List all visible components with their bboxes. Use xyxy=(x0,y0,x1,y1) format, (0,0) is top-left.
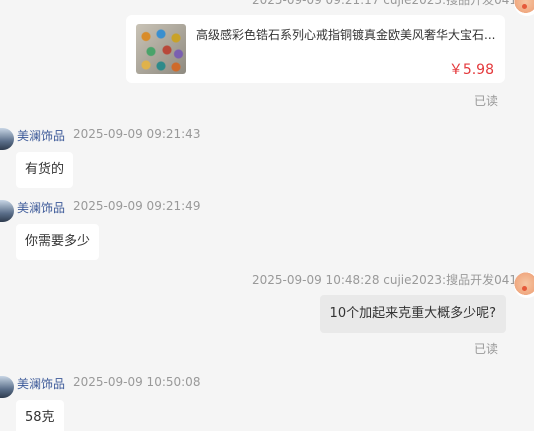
message-bubble[interactable]: 有货的 xyxy=(16,152,74,188)
user-avatar-icon[interactable] xyxy=(514,0,534,16)
message-bubble-own[interactable]: 10个加起来克重大概多少呢? xyxy=(319,295,506,333)
shop-avatar-icon[interactable] xyxy=(0,128,14,150)
shop-avatar-icon[interactable] xyxy=(0,200,14,222)
product-title[interactable]: 高级感彩色锆石系列心戒指铜镀真金欧美风奢华大宝石... xyxy=(196,26,498,43)
message-bubble[interactable]: 58克 xyxy=(16,400,64,431)
message-time: 2025-09-09 10:50:08 xyxy=(73,375,201,389)
sender-name[interactable]: 美澜饰品 xyxy=(17,375,65,392)
read-status: 已读 xyxy=(474,342,499,356)
product-card[interactable]: 高级感彩色锆石系列心戒指铜镀真金欧美风奢华大宝石... ￥5.98 xyxy=(126,15,505,83)
sender-name[interactable]: 美澜饰品 xyxy=(17,127,65,144)
chat-message-list[interactable]: 2025-09-09 09:21:17 cujie2023:搜品开发041 高级… xyxy=(0,0,534,431)
product-image[interactable] xyxy=(136,24,186,74)
read-status: 已读 xyxy=(474,94,499,108)
shop-avatar-icon[interactable] xyxy=(0,376,14,398)
user-avatar-icon[interactable] xyxy=(514,272,534,298)
message-time: 2025-09-09 09:21:43 xyxy=(73,127,201,141)
message-bubble[interactable]: 你需要多少 xyxy=(16,224,100,260)
message-meta-top: 2025-09-09 09:21:17 cujie2023:搜品开发041 xyxy=(252,0,518,7)
message-time: 2025-09-09 09:21:49 xyxy=(73,199,201,213)
product-price: ￥5.98 xyxy=(448,62,494,78)
sender-name[interactable]: 美澜饰品 xyxy=(17,199,65,216)
message-meta: 2025-09-09 10:48:28 cujie2023:搜品开发041 xyxy=(252,273,518,287)
